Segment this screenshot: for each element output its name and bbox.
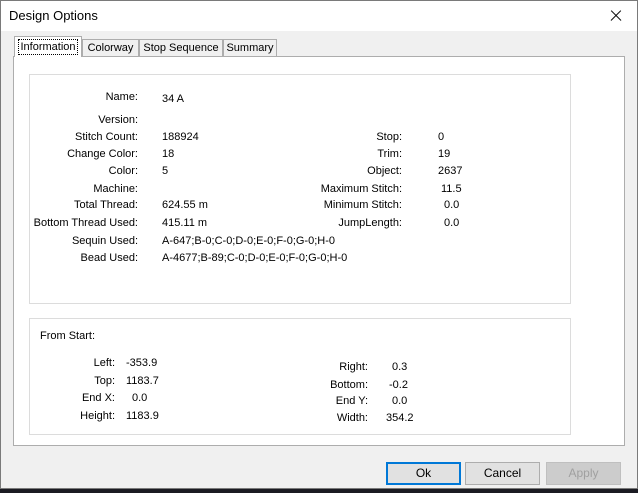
min-stitch-label: Minimum Stitch: bbox=[323, 199, 402, 211]
stitch-count-value: 188924 bbox=[162, 131, 199, 143]
bottom-value: -0.2 bbox=[389, 379, 408, 391]
stop-label: Stop: bbox=[376, 131, 402, 143]
left-label: Left: bbox=[93, 357, 115, 369]
title-bar: Design Options bbox=[1, 1, 637, 31]
height-value: 1183.9 bbox=[126, 410, 159, 422]
sequin-value: A-647;B-0;C-0;D-0;E-0;F-0;G-0;H-0 bbox=[162, 235, 335, 247]
object-value: 2637 bbox=[438, 165, 463, 177]
tab-summary-label: Summary bbox=[226, 42, 274, 54]
information-group: Name: 34 A Version: Stitch Count: 188924… bbox=[29, 74, 571, 304]
design-options-dialog: Design Options Information Colorway Stop… bbox=[0, 0, 638, 489]
trim-label: Trim: bbox=[377, 148, 402, 160]
change-color-value: 18 bbox=[162, 148, 175, 160]
tab-stop-sequence[interactable]: Stop Sequence bbox=[139, 39, 223, 56]
left-value: -353.9 bbox=[126, 357, 158, 369]
trim-value: 19 bbox=[438, 148, 451, 160]
right-value: 0.3 bbox=[392, 361, 408, 373]
max-stitch-value: 11.5 bbox=[441, 183, 462, 195]
tab-colorway[interactable]: Colorway bbox=[82, 39, 139, 56]
ok-button[interactable]: Ok bbox=[386, 462, 461, 485]
version-label: Version: bbox=[98, 114, 138, 126]
object-label: Object: bbox=[367, 165, 402, 177]
width-label: Width: bbox=[336, 412, 368, 424]
endx-label: End X: bbox=[81, 392, 115, 404]
stop-value: 0 bbox=[438, 131, 445, 143]
color-value: 5 bbox=[162, 165, 169, 177]
sequin-label: Sequin Used: bbox=[71, 235, 138, 247]
bottom-thread-label: Bottom Thread Used: bbox=[33, 217, 138, 229]
stitch-count-label: Stitch Count: bbox=[75, 131, 138, 143]
top-value: 1183.7 bbox=[126, 375, 159, 387]
from-start-header: From Start: bbox=[40, 330, 96, 342]
information-tab-page: Name: 34 A Version: Stitch Count: 188924… bbox=[13, 56, 625, 446]
bead-value: A-4677;B-89;C-0;D-0;E-0;F-0;G-0;H-0 bbox=[162, 252, 348, 264]
width-value: 354.2 bbox=[386, 412, 414, 424]
apply-button[interactable]: Apply bbox=[546, 462, 621, 485]
machine-label: Machine: bbox=[93, 183, 138, 195]
name-label: Name: bbox=[105, 91, 138, 103]
height-label: Height: bbox=[80, 410, 115, 422]
jump-length-value: 0.0 bbox=[444, 217, 460, 229]
tab-information-label: Information bbox=[18, 39, 78, 55]
endx-value: 0.0 bbox=[132, 392, 148, 404]
close-icon[interactable] bbox=[593, 1, 637, 31]
total-thread-label: Total Thread: bbox=[73, 199, 138, 211]
max-stitch-label: Maximum Stitch: bbox=[320, 183, 402, 195]
bead-label: Bead Used: bbox=[80, 252, 138, 264]
endy-value: 0.0 bbox=[392, 395, 408, 407]
bottom-label: Bottom: bbox=[330, 379, 368, 391]
from-start-group: From Start: Left: -353.9 Top: 1183.7 End… bbox=[29, 318, 571, 435]
top-label: Top: bbox=[94, 375, 115, 387]
name-value: 34 A bbox=[162, 93, 185, 105]
right-label: Right: bbox=[339, 361, 368, 373]
color-label: Color: bbox=[108, 165, 138, 177]
min-stitch-value: 0.0 bbox=[444, 199, 460, 211]
cancel-button[interactable]: Cancel bbox=[465, 462, 540, 485]
tab-colorway-label: Colorway bbox=[87, 42, 134, 54]
tab-stop-sequence-label: Stop Sequence bbox=[143, 42, 219, 54]
tab-information[interactable]: Information bbox=[14, 36, 82, 57]
dialog-title: Design Options bbox=[9, 8, 98, 23]
endy-label: End Y: bbox=[335, 395, 368, 407]
bottom-thread-value: 415.11 m bbox=[162, 217, 208, 229]
jump-length-label: JumpLength: bbox=[338, 217, 402, 229]
total-thread-value: 624.55 m bbox=[162, 199, 208, 211]
change-color-label: Change Color: bbox=[67, 148, 138, 160]
tab-summary[interactable]: Summary bbox=[223, 39, 277, 56]
